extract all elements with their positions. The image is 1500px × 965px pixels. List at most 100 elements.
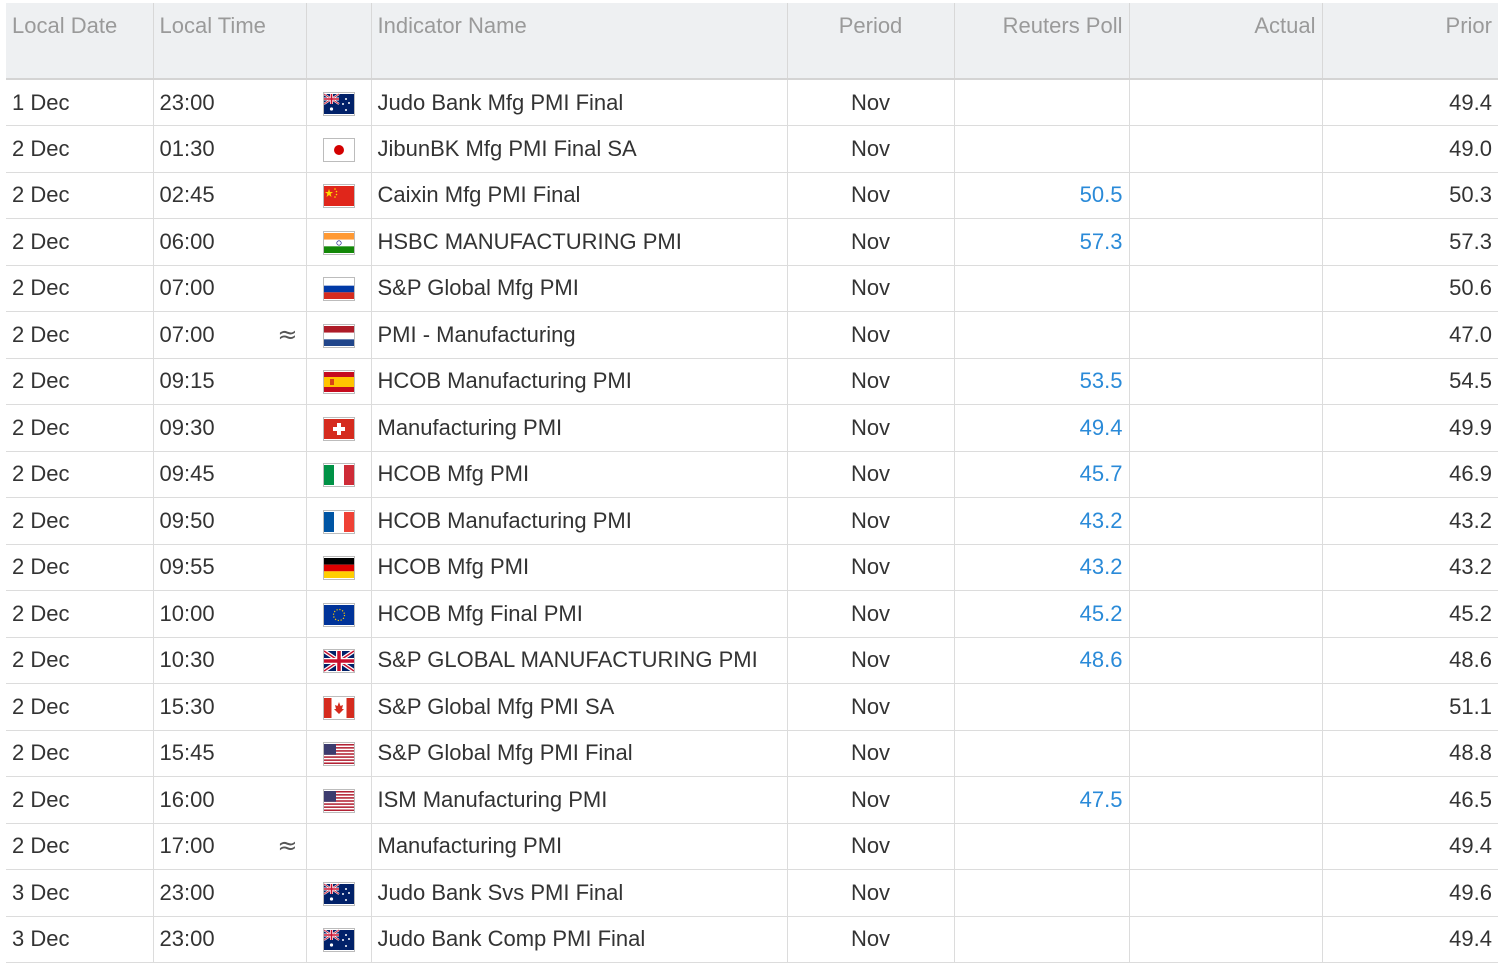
table-row[interactable]: 2 Dec 09:45 HCOB Mfg PMI Nov 45.7 46.9 <box>6 451 1498 498</box>
indicator-name-cell: Judo Bank Svs PMI Final <box>371 869 788 917</box>
indicator-name-cell: HSBC MANUFACTURING PMI <box>371 218 788 266</box>
country-flag-cell <box>306 497 372 545</box>
approximate-time-icon: ≈ <box>277 320 298 349</box>
country-flag-cell <box>306 544 372 591</box>
table-row[interactable]: 2 Dec 06:00 HSBC MANUFACTURING PMI Nov 57.3 5… <box>6 218 1498 266</box>
header-local-date[interactable]: Local Date <box>6 3 154 80</box>
prior-cell: 49.4 <box>1322 79 1498 126</box>
time-value: 09:15 <box>159 368 215 394</box>
flag-russia-icon <box>322 277 355 302</box>
time-value: 23:00 <box>159 926 215 952</box>
time-cell: 02:45 <box>153 172 307 219</box>
table-row[interactable]: 2 Dec 09:15 HCOB Manufacturing PMI Nov 53.5 5… <box>6 358 1498 405</box>
table-row[interactable]: 2 Dec 15:45 S&P Global Mfg PMI Final Nov 48.… <box>6 730 1498 777</box>
table-row[interactable]: 3 Dec 23:00 Judo Bank Svs PMI Final Nov 49.6 <box>6 869 1498 917</box>
header-reuters-poll[interactable]: Reuters Poll <box>954 3 1130 80</box>
table-row[interactable]: 2 Dec 09:55 HCOB Mfg PMI Nov 43.2 43.2 <box>6 544 1498 591</box>
indicator-name-cell: S&P Global Mfg PMI <box>371 265 788 312</box>
reuters-poll-cell <box>954 79 1130 126</box>
indicator-name-cell: HCOB Manufacturing PMI <box>371 358 788 405</box>
reuters-poll-cell: 45.7 <box>954 451 1130 498</box>
table-row[interactable]: 2 Dec 10:00 HCOB Mfg Final PMI Nov 45.2 45.2 <box>6 590 1498 638</box>
period-cell: Nov <box>787 869 955 917</box>
date-cell: 2 Dec <box>6 125 154 173</box>
table-row[interactable]: 2 Dec 02:45 Caixin Mfg PMI Final Nov 50.5 50.… <box>6 172 1498 219</box>
actual-cell <box>1129 544 1323 591</box>
period-cell: Nov <box>787 358 955 405</box>
country-flag-cell <box>306 590 372 638</box>
date-cell: 2 Dec <box>6 172 154 219</box>
table-row[interactable]: 2 Dec 07:00 ≈ PMI - Manufacturing Nov 47.0 <box>6 311 1498 359</box>
date-cell: 2 Dec <box>6 544 154 591</box>
time-cell: 17:00 ≈ <box>153 823 307 870</box>
flag-spain-icon <box>322 370 355 395</box>
time-value: 09:50 <box>159 507 215 533</box>
table-row[interactable]: 1 Dec 23:00 Judo Bank Mfg PMI Final Nov 49.4 <box>6 79 1498 126</box>
reuters-poll-cell <box>954 683 1130 731</box>
flag-france-icon <box>322 509 355 534</box>
table-row[interactable]: 3 Dec 23:00 Judo Bank Comp PMI Final Nov 49.… <box>6 916 1498 963</box>
date-cell: 3 Dec <box>6 916 154 963</box>
header-actual[interactable]: Actual <box>1129 3 1323 80</box>
flag-china-icon <box>322 184 355 209</box>
indicator-name-cell: Manufacturing PMI <box>371 404 788 452</box>
header-local-time[interactable]: Local Time <box>153 3 307 80</box>
time-value: 07:00 <box>159 275 215 301</box>
actual-cell <box>1129 172 1323 219</box>
date-cell: 2 Dec <box>6 590 154 638</box>
time-cell: 23:00 <box>153 916 307 963</box>
indicator-table: Local Date Local Time Indicator Name Per… <box>6 3 1498 963</box>
country-flag-cell <box>306 823 372 870</box>
flag-eu-icon <box>322 602 355 627</box>
time-value: 17:00 <box>159 833 215 859</box>
table-row[interactable]: 2 Dec 07:00 S&P Global Mfg PMI Nov 50.6 <box>6 265 1498 312</box>
actual-cell <box>1129 869 1323 917</box>
date-cell: 2 Dec <box>6 637 154 684</box>
time-cell: 09:45 <box>153 451 307 498</box>
table-row[interactable]: 2 Dec 17:00 ≈ Manufacturing PMI Nov 49.4 <box>6 823 1498 870</box>
prior-cell: 49.6 <box>1322 869 1498 917</box>
table-row[interactable]: 2 Dec 09:50 HCOB Manufacturing PMI Nov 43.2 4… <box>6 497 1498 545</box>
flag-japan-icon <box>322 137 355 162</box>
date-cell: 2 Dec <box>6 451 154 498</box>
table-row[interactable]: 2 Dec 09:30 Manufacturing PMI Nov 49.4 49.9 <box>6 404 1498 452</box>
header-indicator-name[interactable]: Indicator Name <box>371 3 788 80</box>
country-flag-cell <box>306 311 372 359</box>
country-flag-cell <box>306 451 372 498</box>
table-row[interactable]: 2 Dec 16:00 ISM Manufacturing PMI Nov 47.5 46… <box>6 776 1498 824</box>
table-body: 1 Dec 23:00 Judo Bank Mfg PMI Final Nov 49.4… <box>6 79 1498 963</box>
indicator-name-cell: S&P GLOBAL MANUFACTURING PMI <box>371 637 788 684</box>
header-prior[interactable]: Prior <box>1322 3 1498 80</box>
header-row: Local Date Local Time Indicator Name Per… <box>6 3 1498 80</box>
date-cell: 2 Dec <box>6 404 154 452</box>
table-row[interactable]: 2 Dec 10:30 S&P GLOBAL MANUFACTURING PMI No… <box>6 637 1498 684</box>
time-cell: 06:00 <box>153 218 307 266</box>
country-flag-cell <box>306 404 372 452</box>
prior-cell: 48.6 <box>1322 637 1498 684</box>
prior-cell: 46.9 <box>1322 451 1498 498</box>
prior-cell: 54.5 <box>1322 358 1498 405</box>
indicator-name-cell: HCOB Mfg PMI <box>371 544 788 591</box>
actual-cell <box>1129 311 1323 359</box>
time-value: 07:00 <box>159 321 215 347</box>
indicator-name-cell: Manufacturing PMI <box>371 823 788 870</box>
date-cell: 2 Dec <box>6 218 154 266</box>
table-row[interactable]: 2 Dec 01:30 JibunBK Mfg PMI Final SA Nov 49.… <box>6 125 1498 173</box>
prior-cell: 46.5 <box>1322 776 1498 824</box>
period-cell: Nov <box>787 311 955 359</box>
flag-uk-icon <box>322 649 355 674</box>
time-cell: 15:45 <box>153 730 307 777</box>
indicator-name-cell: S&P Global Mfg PMI SA <box>371 683 788 731</box>
flag-australia-icon <box>322 928 355 953</box>
flag-italy-icon <box>322 463 355 488</box>
country-flag-cell <box>306 218 372 266</box>
header-period[interactable]: Period <box>787 3 955 80</box>
reuters-poll-cell <box>954 823 1130 870</box>
time-value: 10:30 <box>159 647 215 673</box>
time-value: 23:00 <box>159 89 215 115</box>
flag-india-icon <box>322 230 355 255</box>
table-row[interactable]: 2 Dec 15:30 S&P Global Mfg PMI SA Nov 51.1 <box>6 683 1498 731</box>
time-cell: 07:00 ≈ <box>153 311 307 359</box>
country-flag-cell <box>306 172 372 219</box>
prior-cell: 47.0 <box>1322 311 1498 359</box>
